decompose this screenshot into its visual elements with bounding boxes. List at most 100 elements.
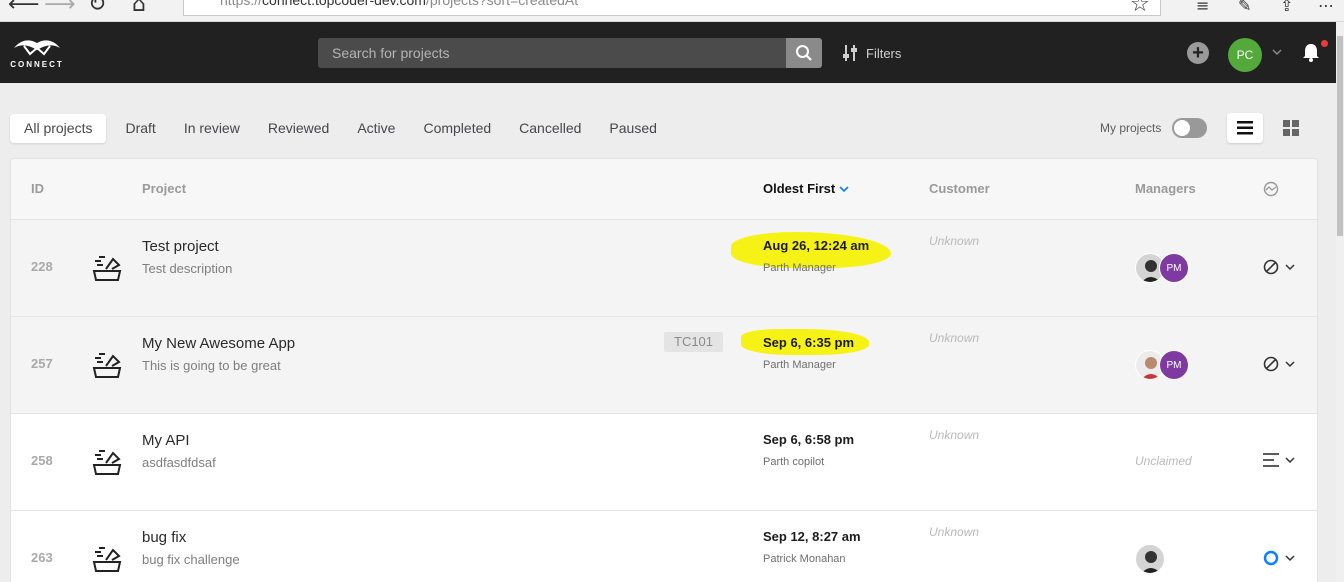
table-header: ID Project Oldest First Customer Manager… bbox=[11, 159, 1317, 220]
tab-cancelled[interactable]: Cancelled bbox=[505, 114, 595, 143]
page-scrollbar[interactable] bbox=[1336, 22, 1344, 582]
cancelled-icon bbox=[1263, 356, 1279, 372]
table-row[interactable]: 257 My New Awesome App This is going to … bbox=[11, 317, 1317, 414]
creator-name: Patrick Monahan bbox=[763, 553, 846, 565]
url-text: https://connect.topcoder-dev.com/project… bbox=[220, 0, 579, 8]
chevron-down-icon[interactable] bbox=[1271, 46, 1283, 58]
list-view-button[interactable] bbox=[1227, 113, 1263, 143]
cancelled-icon bbox=[1263, 259, 1279, 275]
status-cancelled[interactable] bbox=[1263, 259, 1295, 275]
project-id: 263 bbox=[31, 550, 53, 565]
grid-view-icon bbox=[1283, 120, 1299, 136]
hub-icon[interactable]: ≡ bbox=[1196, 0, 1209, 15]
status-cancelled[interactable] bbox=[1263, 356, 1295, 372]
status-in-review[interactable] bbox=[1263, 550, 1295, 566]
project-tag: TC101 bbox=[664, 332, 724, 352]
more-icon[interactable]: ⋯ bbox=[1318, 0, 1334, 15]
manager-avatar-initials[interactable]: PM bbox=[1159, 350, 1189, 380]
project-name[interactable]: My API bbox=[142, 432, 190, 449]
list-icon bbox=[1263, 453, 1279, 467]
address-bar[interactable]: https://connect.topcoder-dev.com/project… bbox=[183, 0, 1161, 16]
managers-unclaimed: Unclaimed bbox=[1135, 454, 1192, 468]
project-description: bug fix challenge bbox=[142, 552, 240, 567]
tab-in-review[interactable]: In review bbox=[170, 114, 254, 143]
home-icon[interactable]: ⌂ bbox=[132, 0, 146, 17]
manager-avatar-photo[interactable] bbox=[1135, 544, 1165, 574]
sort-dropdown[interactable]: Oldest First bbox=[763, 181, 849, 196]
created-date: Sep 6, 6:58 pm bbox=[763, 432, 855, 447]
chevron-down-icon bbox=[1285, 555, 1295, 562]
customer-name: Unknown bbox=[929, 428, 980, 442]
header-project[interactable]: Project bbox=[142, 181, 186, 196]
creator-name: Parth Manager bbox=[763, 262, 836, 274]
header-customer[interactable]: Customer bbox=[929, 181, 990, 196]
creator-name: Parth Manager bbox=[763, 359, 836, 371]
project-type-icon bbox=[92, 353, 122, 378]
table-row[interactable]: 258 My API asdfasdfdsaf Sep 6, 6:58 pm P… bbox=[11, 414, 1317, 511]
person-icon bbox=[1141, 551, 1161, 573]
back-icon[interactable]: ⟵ bbox=[8, 0, 40, 17]
project-name[interactable]: bug fix bbox=[142, 529, 186, 546]
notification-dot bbox=[1321, 40, 1328, 47]
tab-active[interactable]: Active bbox=[343, 114, 409, 143]
customer-name: Unknown bbox=[929, 525, 980, 539]
filters-label: Filters bbox=[866, 45, 902, 61]
chevron-down-icon bbox=[839, 186, 849, 193]
header-managers[interactable]: Managers bbox=[1135, 181, 1196, 196]
projects-table: ID Project Oldest First Customer Manager… bbox=[10, 158, 1318, 582]
new-project-button[interactable]: + bbox=[1187, 42, 1209, 64]
in-review-icon bbox=[1263, 550, 1279, 566]
project-description: Test description bbox=[142, 261, 233, 276]
table-row[interactable]: 263 bug fix bug fix challenge Sep 12, 8:… bbox=[11, 511, 1317, 582]
scrollbar-thumb[interactable] bbox=[1337, 36, 1343, 236]
star-icon[interactable]: ☆ bbox=[1130, 0, 1150, 17]
created-date: Sep 12, 8:27 am bbox=[763, 529, 861, 544]
user-avatar[interactable]: PC bbox=[1228, 38, 1262, 72]
tab-reviewed[interactable]: Reviewed bbox=[254, 114, 343, 143]
refresh-icon[interactable]: ↻ bbox=[88, 0, 106, 17]
project-description: asdfasdfdsaf bbox=[142, 455, 216, 470]
tab-paused[interactable]: Paused bbox=[595, 114, 670, 143]
project-type-icon bbox=[92, 547, 122, 572]
project-name[interactable]: My New Awesome App bbox=[142, 335, 295, 352]
search-input[interactable] bbox=[318, 38, 786, 68]
chevron-down-icon bbox=[1285, 361, 1295, 368]
share-icon[interactable]: ⇪ bbox=[1280, 0, 1293, 15]
status-header-icon[interactable] bbox=[1263, 181, 1279, 197]
customer-name: Unknown bbox=[929, 331, 980, 345]
search-button[interactable] bbox=[786, 38, 822, 68]
project-id: 257 bbox=[31, 356, 53, 371]
manager-avatar-initials[interactable]: PM bbox=[1159, 253, 1189, 283]
customer-name: Unknown bbox=[929, 234, 980, 248]
filters-button[interactable]: Filters bbox=[842, 44, 901, 62]
project-name[interactable]: Test project bbox=[142, 238, 219, 255]
tab-draft[interactable]: Draft bbox=[111, 114, 169, 143]
tab-all-projects[interactable]: All projects bbox=[10, 114, 107, 143]
plus-icon: + bbox=[1192, 42, 1204, 64]
chevron-down-icon bbox=[1285, 457, 1295, 464]
logo-icon bbox=[14, 40, 60, 56]
my-projects-label: My projects bbox=[1100, 121, 1162, 135]
project-type-icon bbox=[92, 450, 122, 475]
chevron-down-icon bbox=[1285, 264, 1295, 271]
status-draft[interactable] bbox=[1263, 453, 1295, 467]
forward-icon[interactable]: ⟶ bbox=[44, 0, 76, 17]
sliders-icon bbox=[843, 45, 857, 61]
sort-label: Oldest First bbox=[763, 181, 836, 196]
search-box bbox=[318, 38, 786, 68]
my-projects-toggle[interactable] bbox=[1172, 118, 1207, 138]
search-icon bbox=[796, 45, 812, 61]
connect-logo[interactable]: CONNECT bbox=[10, 34, 64, 74]
created-date: Aug 26, 12:24 am bbox=[763, 238, 870, 253]
table-row[interactable]: 228 Test project Test description Aug 26… bbox=[11, 220, 1317, 317]
project-id: 228 bbox=[31, 259, 53, 274]
notes-icon[interactable]: ✎ bbox=[1238, 0, 1251, 15]
browser-toolbar: ⟵ ⟶ ↻ ⌂ https://connect.topcoder-dev.com… bbox=[0, 0, 1344, 22]
header-id[interactable]: ID bbox=[31, 181, 44, 196]
grid-view-button[interactable] bbox=[1273, 113, 1309, 143]
tab-completed[interactable]: Completed bbox=[409, 114, 505, 143]
top-navigation: CONNECT Filters + PC bbox=[0, 22, 1336, 83]
status-tabs: All projects Draft In review Reviewed Ac… bbox=[10, 114, 671, 143]
project-description: This is going to be great bbox=[142, 358, 281, 373]
bell-icon[interactable] bbox=[1302, 43, 1320, 63]
